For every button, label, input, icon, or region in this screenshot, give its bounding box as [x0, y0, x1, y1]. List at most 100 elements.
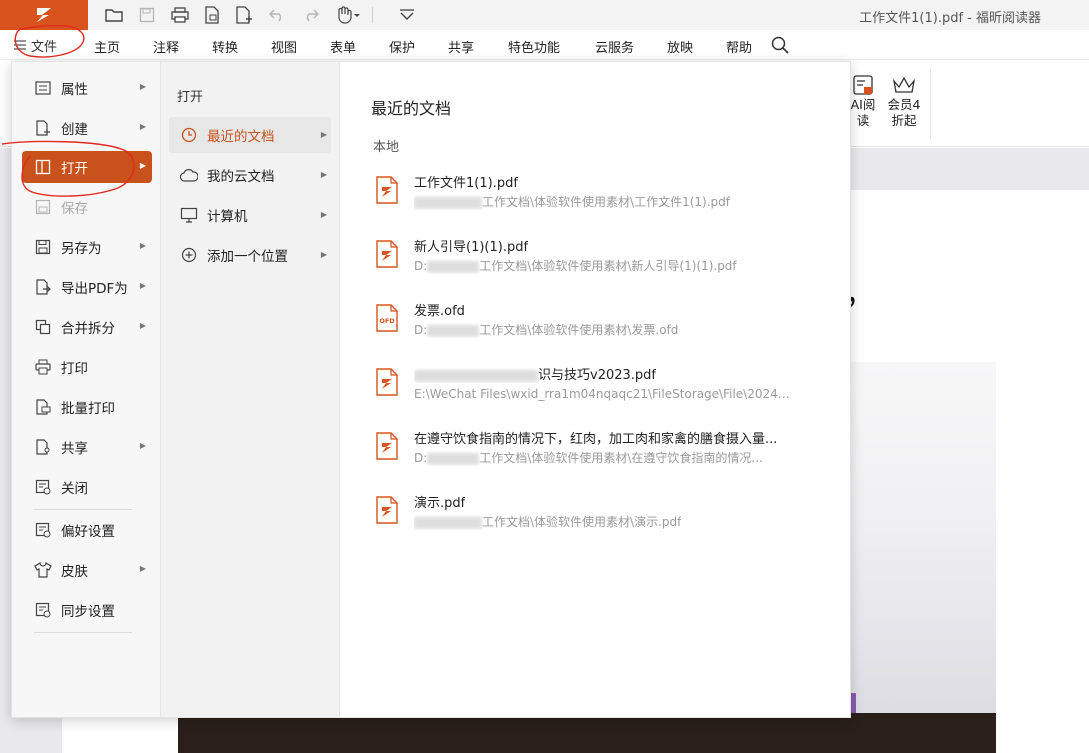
menu-cloud[interactable]: 云服务: [595, 37, 634, 56]
menu-label: 皮肤: [61, 564, 88, 580]
file-menu-close[interactable]: 关闭: [22, 471, 152, 503]
save-icon[interactable]: [136, 4, 158, 26]
clock-icon: [179, 125, 199, 145]
submenu-arrow-icon: ▶: [139, 122, 146, 131]
file-menu-preferences[interactable]: 偏好设置: [22, 514, 152, 546]
redacted-filename: [414, 369, 538, 382]
recent-file-path: E:\WeChat Files\wxid_rra1m04nqaqc21\File…: [414, 387, 794, 401]
cloud-icon: [179, 165, 199, 185]
file-menu-properties[interactable]: 属性 ▶: [22, 72, 152, 104]
file-menu-save-as[interactable]: 另存为 ▶: [22, 231, 152, 263]
ai-read-button[interactable]: AI阅读: [846, 73, 880, 129]
menu-label: 打印: [61, 361, 88, 377]
open-recent-documents[interactable]: 最近的文档 ▶: [169, 117, 331, 153]
file-menu-create[interactable]: 创建 ▶: [22, 112, 152, 144]
redacted-path: [427, 324, 480, 337]
menu-slideshow[interactable]: 放映: [667, 37, 693, 56]
properties-icon: [33, 78, 53, 98]
menu-label: 合并拆分: [61, 321, 115, 337]
svg-text:OFD: OFD: [379, 317, 395, 325]
app-logo-icon[interactable]: [0, 0, 88, 30]
title-bar: 工作文件1(1).pdf - 福昕阅读器: [0, 0, 1089, 30]
redacted-path: [427, 452, 480, 465]
menu-form[interactable]: 表单: [330, 37, 356, 56]
print-icon[interactable]: [169, 4, 191, 26]
file-menu-label: 文件: [31, 39, 58, 55]
file-menu-list: 属性 ▶ 创建 ▶ 打开 ▶ 保存 另存为 ▶ 导出PDF为 ▶ 合并拆分 ▶ …: [12, 62, 161, 717]
sync-settings-icon: [33, 600, 53, 620]
print-icon: [33, 357, 53, 377]
menu-share[interactable]: 共享: [448, 37, 474, 56]
menu-divider: [34, 632, 132, 633]
file-menu-open[interactable]: 打开 ▶: [22, 151, 152, 183]
menu-label: 同步设置: [61, 604, 115, 620]
recent-file-path-text: 工作文档\体验软件使用素材\新人引导(1)(1).pdf: [479, 259, 737, 273]
file-menu-merge-split[interactable]: 合并拆分 ▶: [22, 311, 152, 343]
open-submenu-heading: 打开: [177, 90, 204, 105]
recent-file-item[interactable]: 演示.pdf 工作文档\体验软件使用素材\演示.pdf: [373, 486, 793, 540]
open-add-location[interactable]: 添加一个位置 ▶: [169, 237, 331, 273]
hand-tool-icon[interactable]: [334, 4, 362, 26]
file-menu-print[interactable]: 打印: [22, 351, 152, 383]
close-doc-icon: [33, 477, 53, 497]
menu-label: 关闭: [61, 481, 88, 497]
search-icon[interactable]: [771, 36, 789, 58]
window-title: 工作文件1(1).pdf - 福昕阅读器: [859, 11, 1041, 26]
menu-comment[interactable]: 注释: [153, 37, 179, 56]
create-doc-icon[interactable]: [201, 4, 223, 26]
member-label: 会员4折起: [887, 97, 921, 128]
file-menu-save[interactable]: 保存: [22, 191, 152, 223]
recent-file-item[interactable]: 工作文件1(1).pdf 工作文档\体验软件使用素材\工作文件1(1).pdf: [373, 166, 793, 220]
recent-file-item[interactable]: OFD 发票.ofd D: 工作文档\体验软件使用素材\发票.ofd: [373, 294, 793, 348]
photo-dark-band: [178, 713, 996, 753]
submenu-arrow-icon: ▶: [320, 170, 327, 179]
file-menu-batch-print[interactable]: 批量打印: [22, 391, 152, 423]
menu-view[interactable]: 视图: [271, 37, 297, 56]
member-button[interactable]: 会员4折起: [887, 73, 921, 129]
customize-icon[interactable]: [396, 4, 418, 26]
undo-icon[interactable]: [266, 4, 288, 26]
menu-convert[interactable]: 转换: [212, 37, 238, 56]
recent-file-item[interactable]: 识与技巧v2023.pdf E:\WeChat Files\wxid_rra1m…: [373, 358, 794, 412]
path-drive: D:: [414, 259, 428, 273]
pdf-file-icon: [376, 240, 398, 268]
menu-home[interactable]: 主页: [94, 37, 120, 56]
recent-file-name: 工作文件1(1).pdf: [414, 176, 518, 191]
recent-file-item[interactable]: 新人引导(1)(1).pdf D: 工作文档\体验软件使用素材\新人引导(1)(1…: [373, 230, 793, 284]
file-menu-skin[interactable]: 皮肤 ▶: [22, 554, 152, 586]
recent-file-path-text: 工作文档\体验软件使用素材\演示.pdf: [482, 515, 682, 529]
menu-label: 保存: [61, 201, 88, 217]
ai-read-icon: [846, 73, 880, 97]
export-icon: [33, 277, 53, 297]
menu-help[interactable]: 帮助: [726, 37, 752, 56]
menu-features[interactable]: 特色功能: [508, 37, 560, 56]
file-menu-sync-settings[interactable]: 同步设置: [22, 594, 152, 626]
redacted-path: [414, 516, 482, 529]
menu-protect[interactable]: 保护: [389, 37, 415, 56]
recent-file-name-text: 识与技巧v2023.pdf: [538, 368, 656, 383]
submenu-label: 计算机: [207, 209, 248, 225]
submenu-arrow-icon: ▶: [139, 441, 146, 450]
submenu-arrow-icon: ▶: [139, 82, 146, 91]
computer-icon: [179, 205, 199, 225]
merge-icon: [33, 317, 53, 337]
file-menu-button[interactable]: 文件: [14, 35, 57, 55]
recent-file-name: 演示.pdf: [414, 496, 466, 511]
redo-icon[interactable]: [300, 4, 322, 26]
recent-file-path: D: 工作文档\体验软件使用素材\新人引导(1)(1).pdf: [414, 257, 737, 274]
recent-file-path-text: 工作文档\体验软件使用素材\发票.ofd: [479, 323, 679, 337]
recent-file-path-text: 工作文档\体验软件使用素材\工作文件1(1).pdf: [482, 195, 730, 209]
open-cloud-documents[interactable]: 我的云文档 ▶: [169, 157, 331, 193]
open-computer[interactable]: 计算机 ▶: [169, 197, 331, 233]
open-folder-icon[interactable]: [103, 4, 125, 26]
batch-print-icon: [33, 397, 53, 417]
file-menu-export[interactable]: 导出PDF为 ▶: [22, 271, 152, 303]
menu-label: 另存为: [61, 241, 102, 257]
ai-read-label: AI阅读: [850, 97, 876, 128]
recent-file-item[interactable]: 在遵守饮食指南的情况下，红肉，加工肉和家禽的膳食摄入量... D: 工作文档\体验…: [373, 422, 793, 476]
path-drive: D:: [414, 451, 428, 465]
file-menu-share[interactable]: 共享 ▶: [22, 431, 152, 463]
new-file-icon[interactable]: [233, 4, 255, 26]
menu-label: 共享: [61, 441, 88, 457]
submenu-arrow-icon: ▶: [320, 130, 327, 139]
